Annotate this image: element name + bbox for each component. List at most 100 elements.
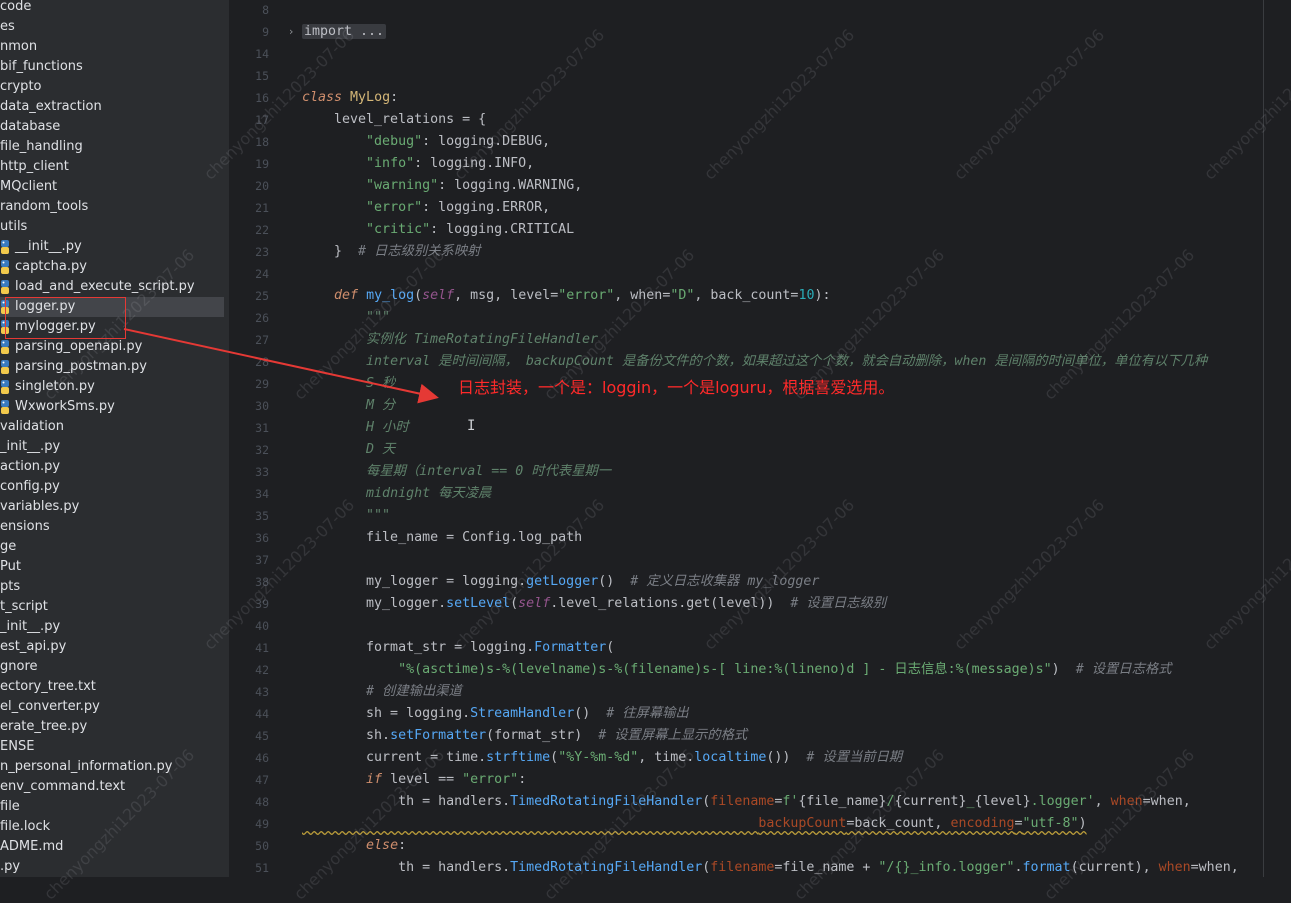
tree-item[interactable]: ge — [0, 537, 229, 557]
tree-item[interactable]: file_handling — [0, 137, 229, 157]
tree-item[interactable]: data_extraction — [0, 97, 229, 117]
tree-item[interactable]: el_converter.py — [0, 697, 229, 717]
tree-item-label: file.lock — [0, 819, 51, 834]
tree-item-label: variables.py — [0, 499, 80, 514]
tree-item[interactable]: __init__.py — [0, 237, 229, 257]
code-token: if — [366, 772, 391, 787]
code-line[interactable]: M 分 — [302, 395, 395, 417]
line-number: 23 — [255, 245, 269, 259]
tree-item-label: _init__.py — [0, 439, 61, 454]
tree-item[interactable]: WxworkSms.py — [0, 397, 229, 417]
tree-item[interactable]: .py — [0, 857, 229, 877]
code-line[interactable]: # 创建输出渠道 — [302, 681, 462, 703]
code-token: encoding — [950, 816, 1015, 831]
code-line[interactable]: th = handlers.TimedRotatingFileHandler(f… — [302, 857, 1239, 879]
code-line[interactable]: current = time.strftime("%Y-%m-%d", time… — [302, 747, 902, 769]
tree-item[interactable]: parsing_postman.py — [0, 357, 229, 377]
tree-item[interactable]: erate_tree.py — [0, 717, 229, 737]
tree-item[interactable]: validation — [0, 417, 229, 437]
tree-item[interactable]: utils — [0, 217, 229, 237]
tree-item[interactable]: config.py — [0, 477, 229, 497]
code-line[interactable]: "critic": logging.CRITICAL — [302, 219, 574, 241]
code-line[interactable]: "debug": logging.DEBUG, — [302, 131, 550, 153]
tree-item-label: crypto — [0, 79, 42, 94]
tree-item[interactable]: env_command.text — [0, 777, 229, 797]
code-line[interactable]: "error": logging.ERROR, — [302, 197, 550, 219]
code-line[interactable]: H 小时 — [302, 417, 409, 439]
tree-item[interactable]: nmon — [0, 37, 229, 57]
tree-item[interactable]: t_script — [0, 597, 229, 617]
tree-item-label: ectory_tree.txt — [0, 679, 96, 694]
code-token: sh. — [302, 728, 391, 743]
code-token: } — [302, 244, 359, 259]
code-line[interactable]: D 天 — [302, 439, 395, 461]
fold-chevron-icon[interactable]: › — [289, 25, 299, 39]
tree-item[interactable]: MQclient — [0, 177, 229, 197]
line-number: 30 — [255, 399, 269, 413]
code-token: "%(asctime)s-%(levelname)s-%(filename)s-… — [398, 662, 1052, 677]
tree-item-label: ENSE — [0, 739, 35, 754]
code-line[interactable]: "%(asctime)s-%(levelname)s-%(filename)s-… — [302, 659, 1171, 681]
code-line[interactable]: 每星期（interval == 0 时代表星期一 — [302, 461, 611, 483]
tree-item-label: erate_tree.py — [0, 719, 88, 734]
tree-item[interactable]: _init__.py — [0, 617, 229, 637]
code-token: : — [518, 772, 527, 787]
tree-item[interactable]: load_and_execute_script.py — [0, 277, 229, 297]
tree-item-label: el_converter.py — [0, 699, 100, 714]
tree-item[interactable]: code — [0, 0, 229, 17]
tree-item-label: t_script — [0, 599, 48, 614]
tree-item-label: _init__.py — [0, 619, 61, 634]
line-number: 26 — [255, 311, 269, 325]
tree-item-label: __init__.py — [15, 239, 82, 254]
tree-item[interactable]: http_client — [0, 157, 229, 177]
code-line[interactable]: midnight 每天凌晨 — [302, 483, 491, 505]
code-editor[interactable]: › import ... class MyLog: level_relations… — [285, 0, 1263, 877]
code-token: . — [1014, 860, 1023, 875]
tree-item[interactable]: gnore — [0, 657, 229, 677]
tree-item[interactable]: Put — [0, 557, 229, 577]
tree-item[interactable]: variables.py — [0, 497, 229, 517]
code-line[interactable]: file_name = Config.log_path — [302, 527, 582, 549]
code-line[interactable]: sh = logging.StreamHandler() # 往屏幕输出 — [302, 703, 689, 725]
tree-item[interactable]: ectory_tree.txt — [0, 677, 229, 697]
tree-item[interactable]: database — [0, 117, 229, 137]
code-token: .logger' — [1030, 794, 1095, 809]
tree-item[interactable]: est_api.py — [0, 637, 229, 657]
code-line[interactable]: sh.setFormatter(format_str) # 设置屏幕上显示的格式 — [302, 725, 747, 747]
code-token: format_str = logging. — [302, 640, 535, 655]
tree-item[interactable]: crypto — [0, 77, 229, 97]
tree-item[interactable]: action.py — [0, 457, 229, 477]
code-line[interactable]: level_relations = { — [302, 109, 486, 131]
code-token: filename — [710, 794, 775, 809]
code-line[interactable]: "info": logging.INFO, — [302, 153, 534, 175]
code-line[interactable]: backupCount=back_count, encoding="utf-8"… — [302, 813, 1086, 835]
tree-item[interactable]: es — [0, 17, 229, 37]
line-number: 22 — [255, 223, 269, 237]
tree-item[interactable]: bif_functions — [0, 57, 229, 77]
code-token: class — [302, 90, 351, 105]
code-line[interactable]: th = handlers.TimedRotatingFileHandler(f… — [302, 791, 1191, 813]
code-token: () — [598, 574, 631, 589]
code-token: "debug" — [366, 134, 423, 149]
code-line[interactable]: my_logger.setLevel(self.level_relations.… — [302, 593, 886, 615]
code-line[interactable]: } # 日志级别关系映射 — [302, 241, 480, 263]
code-line[interactable]: my_logger = logging.getLogger() # 定义日志收集… — [302, 571, 819, 593]
code-token: , back_count= — [694, 288, 799, 303]
code-token: when — [1158, 860, 1191, 875]
tree-item-label: est_api.py — [0, 639, 67, 654]
project-tree[interactable]: code es nmon bif_functionscrypto data_extrac… — [0, 0, 229, 877]
code-line[interactable]: class MyLog: — [302, 87, 398, 109]
tree-item[interactable]: _init__.py — [0, 437, 229, 457]
code-token: : — [390, 90, 399, 105]
code-line[interactable]: "warning": logging.WARNING, — [302, 175, 582, 197]
tree-item[interactable]: singleton.py — [0, 377, 229, 397]
code-token: self — [422, 288, 455, 303]
tree-item[interactable]: ensions — [0, 517, 229, 537]
tree-item-label: .py — [0, 859, 21, 874]
tree-item[interactable]: ENSE — [0, 737, 229, 757]
code-token: "D" — [670, 288, 695, 303]
tree-item-label: validation — [0, 419, 65, 434]
tree-item[interactable]: random_tools — [0, 197, 229, 217]
tree-item[interactable]: pts — [0, 577, 229, 597]
